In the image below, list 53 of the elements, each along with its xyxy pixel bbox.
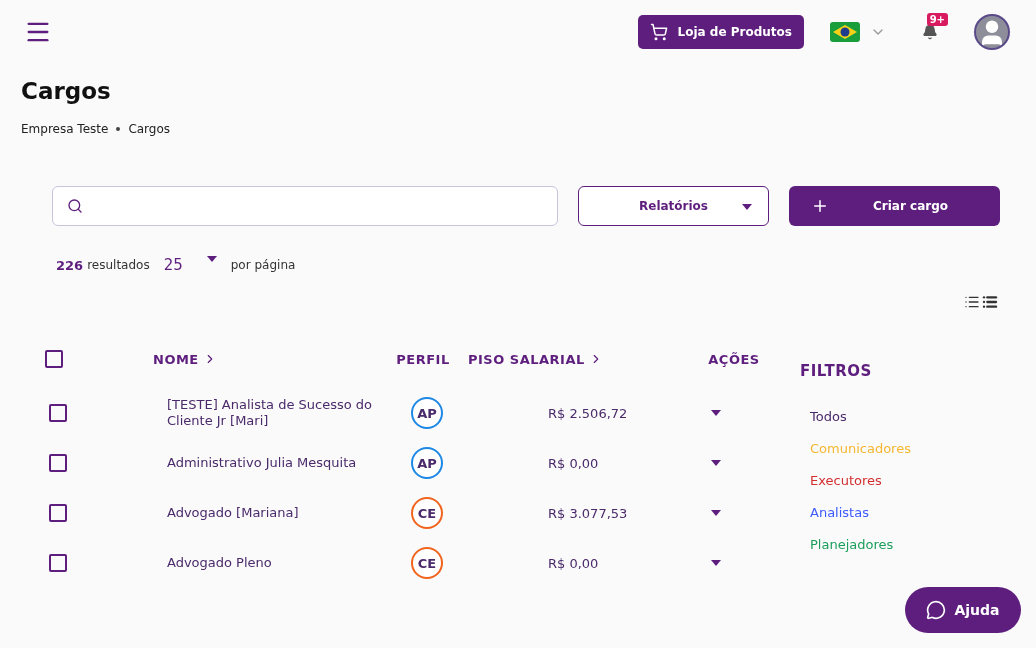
flag-icon[interactable] xyxy=(830,22,860,42)
help-button[interactable]: Ajuda xyxy=(905,587,1021,633)
column-header: PERFIL xyxy=(396,351,450,367)
filter-link[interactable]: Analistas xyxy=(800,505,911,520)
actions-caret-icon xyxy=(711,410,721,416)
checkbox[interactable] xyxy=(49,454,67,472)
column-header[interactable]: PISO SALARIAL xyxy=(468,351,603,367)
per-page-label: por página xyxy=(230,258,296,272)
table-cell-text: R$ 3.077,53 xyxy=(547,505,629,521)
table-cell-text: R$ 0,00 xyxy=(547,455,600,471)
column-header: AÇÕES xyxy=(708,351,760,367)
bell-icon[interactable] xyxy=(922,24,938,40)
reports-dropdown[interactable]: Relatórios xyxy=(578,186,769,226)
breadcrumb-item: Cargos xyxy=(128,122,171,136)
list-view-icon[interactable] xyxy=(964,294,980,310)
profile-badge: AP xyxy=(411,447,443,479)
table-cell-text: R$ 0,00 xyxy=(547,555,600,571)
filter-link[interactable]: Todos xyxy=(800,409,911,424)
profile-badge: CE xyxy=(411,547,443,579)
chat-icon xyxy=(926,600,947,620)
actions-caret-icon xyxy=(711,460,721,466)
per-page-select[interactable]: 25 xyxy=(163,256,217,274)
result-count: 226 xyxy=(56,257,84,273)
breadcrumb-item[interactable]: Empresa Teste xyxy=(21,122,109,136)
list-view-icon[interactable] xyxy=(982,294,998,310)
profile-badge: AP xyxy=(411,397,443,429)
table-cell-text: [TESTE] Analista de Sucesso do Cliente Jr [Mari] xyxy=(166,397,373,429)
profile-badge: CE xyxy=(411,497,443,529)
table-cell-text: Administrativo Julia Mesquita xyxy=(166,455,358,471)
page-title: Cargos xyxy=(21,78,112,104)
create-button[interactable]: Criar cargo xyxy=(789,186,1000,226)
checkbox[interactable] xyxy=(45,350,63,368)
notification-badge: 9+ xyxy=(926,13,948,26)
caret-icon xyxy=(206,256,217,262)
checkbox[interactable] xyxy=(49,504,67,522)
actions-caret-icon xyxy=(711,510,721,516)
cart-icon xyxy=(649,23,668,41)
checkbox[interactable] xyxy=(49,404,67,422)
filter-link[interactable]: Executores xyxy=(800,473,911,488)
caret-icon xyxy=(742,204,752,210)
results-label: resultados xyxy=(87,258,150,272)
actions-caret-icon xyxy=(711,560,721,566)
search-icon xyxy=(67,198,83,214)
table-cell-text: R$ 2.506,72 xyxy=(547,405,629,421)
column-header[interactable]: NOME xyxy=(153,351,217,367)
search-field[interactable] xyxy=(52,186,558,226)
avatar[interactable] xyxy=(974,14,1010,50)
plus-icon xyxy=(811,197,829,215)
checkbox[interactable] xyxy=(49,554,67,572)
filters-title: FILTROS xyxy=(800,362,873,380)
table-cell-text: Advogado Pleno xyxy=(166,555,273,571)
table-cell-text: Advogado [Mariana] xyxy=(166,505,300,521)
store-button[interactable]: Loja de Produtos xyxy=(637,15,804,49)
